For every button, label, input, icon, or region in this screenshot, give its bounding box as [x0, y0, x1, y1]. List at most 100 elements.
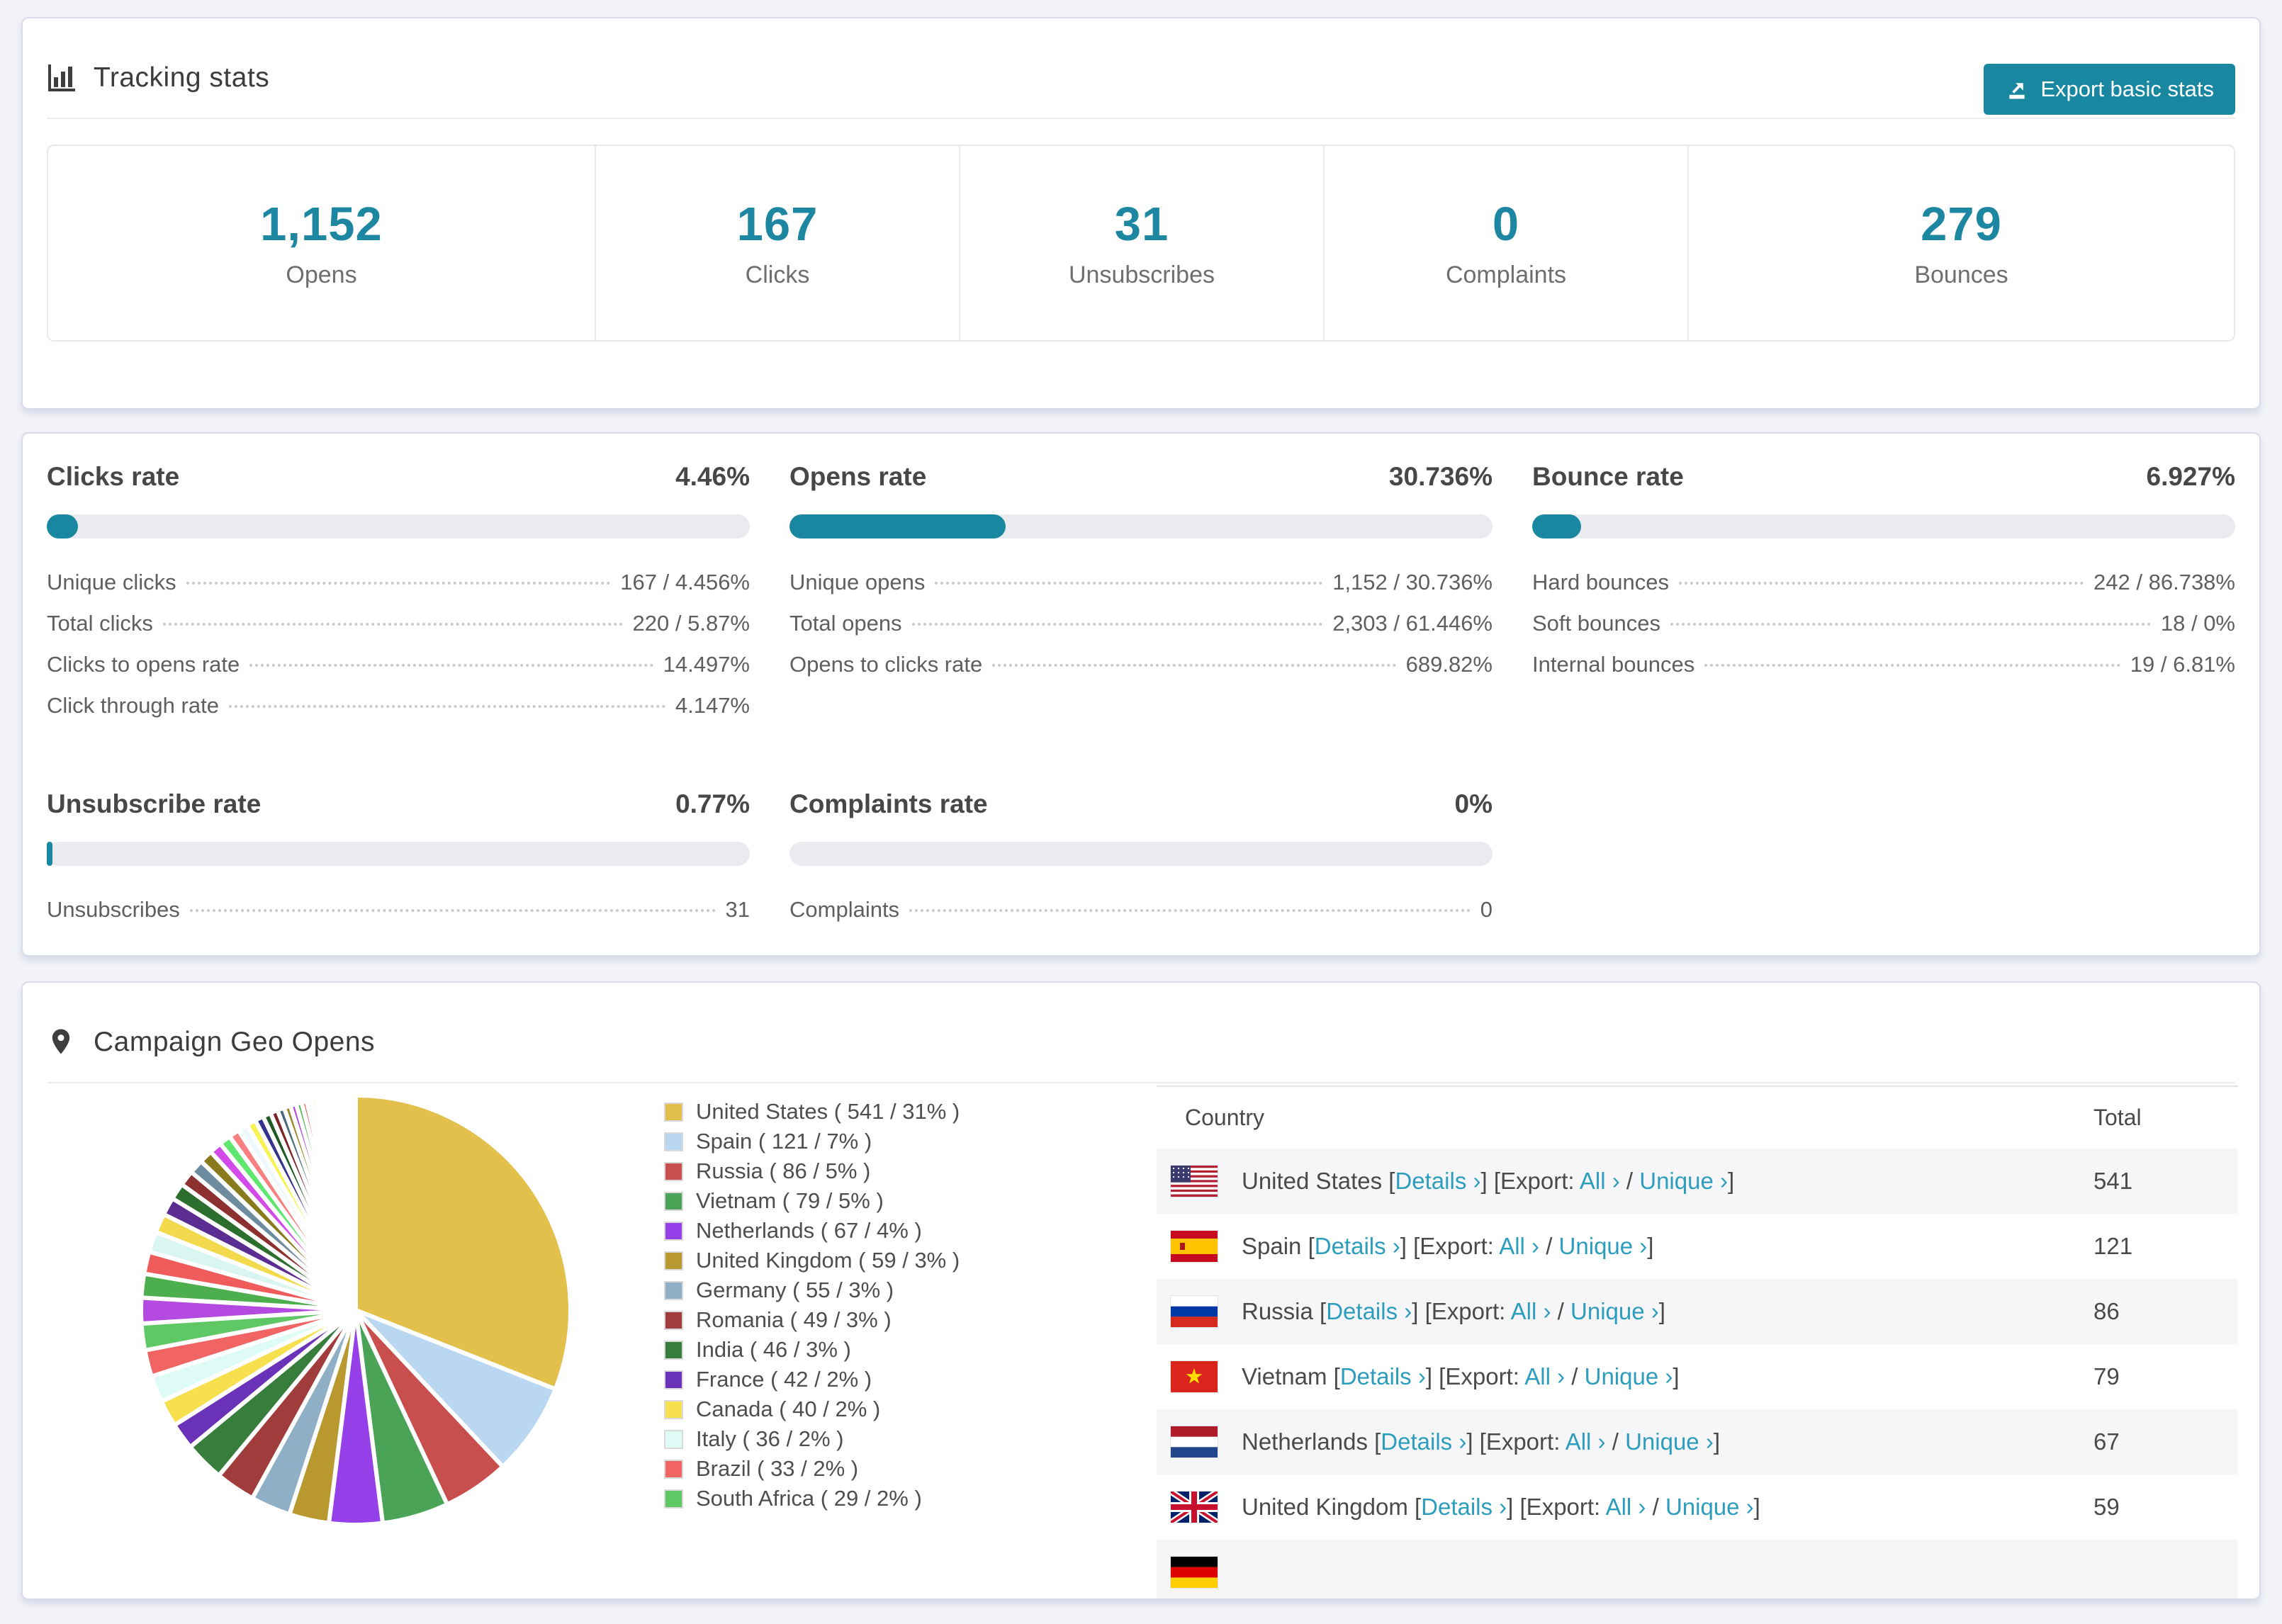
slash-separator: / [1565, 1363, 1585, 1389]
rate-detail-row: Soft bounces 18 / 0% [1532, 611, 2235, 652]
rate-detail-label: Soft bounces [1532, 611, 1660, 636]
legend-swatch [664, 1310, 683, 1330]
stat-label: Unsubscribes [1069, 261, 1215, 288]
details-link[interactable]: Details › [1395, 1168, 1480, 1194]
rate-detail-value: 242 / 86.738% [2093, 570, 2235, 594]
rate-detail-row: Hard bounces 242 / 86.738% [1532, 570, 2235, 611]
slash-separator: / [1619, 1168, 1640, 1194]
rate-detail-value: 31 [725, 897, 750, 922]
export-all-link[interactable]: All › [1580, 1168, 1620, 1194]
rate-title: Complaints rate [789, 789, 988, 818]
dotted-leader [1679, 582, 2084, 585]
legend-swatch [664, 1489, 683, 1509]
tracking-stats-title: Tracking stats [94, 62, 270, 93]
legend-item-br: Brazil ( 33 / 2% ) [664, 1454, 960, 1484]
legend-label: United States ( 541 / 31% ) [696, 1099, 960, 1124]
rate-detail-value: 1,152 / 30.736% [1332, 570, 1493, 594]
rate-title: Bounce rate [1532, 462, 1684, 491]
export-unique-link[interactable]: Unique › [1559, 1233, 1648, 1259]
details-link[interactable]: Details › [1340, 1363, 1426, 1389]
rate-progress-fill [789, 514, 1006, 538]
legend-label: Russia ( 86 / 5% ) [696, 1158, 871, 1183]
dotted-leader [249, 664, 653, 667]
legend-item-gb: United Kingdom ( 59 / 3% ) [664, 1246, 960, 1275]
slash-separator: / [1646, 1494, 1665, 1520]
closing-bracket: ] [1753, 1494, 1760, 1520]
export-icon [2005, 77, 2029, 101]
rate-detail-value: 0 [1480, 897, 1493, 922]
export-label: ] [Export: [1466, 1428, 1566, 1455]
export-unique-link[interactable]: Unique › [1570, 1298, 1659, 1324]
stat-box-complaints: 0 Complaints [1323, 146, 1687, 340]
legend-item-za: South Africa ( 29 / 2% ) [664, 1484, 960, 1513]
rate-detail-label: Total opens [789, 611, 902, 636]
legend-swatch [664, 1399, 683, 1419]
rate-detail-row: Internal bounces 19 / 6.81% [1532, 652, 2235, 693]
legend-swatch [664, 1429, 683, 1449]
table-row-ru: Russia [Details ›] [Export: All › / Uniq… [1157, 1279, 2238, 1344]
details-link[interactable]: Details › [1421, 1494, 1507, 1520]
rate-header: Opens rate 30.736% [789, 462, 1493, 492]
country-cell: Netherlands [Details ›] [Export: All › /… [1242, 1428, 1720, 1455]
legend-swatch [664, 1370, 683, 1389]
geo-body: United States ( 541 / 31% ) Spain ( 121 /… [23, 1086, 2259, 1598]
rates-grid: Clicks rate 4.46% Unique clicks 167 / 4.456… [47, 462, 2235, 938]
geo-opens-table: Country Total United States [Details ›] … [1157, 1086, 2238, 1598]
total-value: 86 [2093, 1298, 2120, 1324]
export-unique-link[interactable]: Unique › [1585, 1363, 1673, 1389]
rate-progress-track [789, 514, 1493, 538]
legend-label: Italy ( 36 / 2% ) [696, 1426, 844, 1451]
slash-separator: / [1605, 1428, 1626, 1455]
legend-label: Spain ( 121 / 7% ) [696, 1129, 872, 1154]
export-all-link[interactable]: All › [1566, 1428, 1606, 1455]
total-column-header: Total [2093, 1105, 2142, 1130]
stat-box-opens: 1,152 Opens [48, 146, 595, 340]
table-row-vn: Vietnam [Details ›] [Export: All › / Uni… [1157, 1344, 2238, 1409]
legend-item-es: Spain ( 121 / 7% ) [664, 1127, 960, 1156]
export-basic-stats-button[interactable]: Export basic stats [1984, 64, 2235, 115]
rate-header: Complaints rate 0% [789, 789, 1493, 819]
country-name: Spain [ [1242, 1233, 1315, 1259]
export-label: ] [Export: [1480, 1168, 1580, 1194]
export-all-link[interactable]: All › [1499, 1233, 1539, 1259]
closing-bracket: ] [1658, 1298, 1665, 1324]
rate-detail-label: Unique clicks [47, 570, 176, 594]
map-pin-icon [47, 1027, 77, 1057]
legend-item-nl: Netherlands ( 67 / 4% ) [664, 1216, 960, 1246]
rate-header: Clicks rate 4.46% [47, 462, 750, 492]
stat-box-unsubscribes: 31 Unsubscribes [959, 146, 1323, 340]
export-label: ] [Export: [1412, 1298, 1511, 1324]
rate-detail-value: 4.147% [675, 693, 750, 718]
details-link[interactable]: Details › [1315, 1233, 1400, 1259]
rate-progress-fill [47, 842, 52, 866]
details-link[interactable]: Details › [1326, 1298, 1412, 1324]
export-all-link[interactable]: All › [1524, 1363, 1565, 1389]
stat-label: Complaints [1445, 261, 1567, 288]
dotted-leader [911, 623, 1323, 626]
rate-progress-fill [47, 514, 79, 538]
stat-box-bounces: 279 Bounces [1687, 146, 2234, 340]
vn-flag-icon [1170, 1360, 1218, 1393]
rate-detail-label: Clicks to opens rate [47, 652, 240, 677]
rate-progress-fill [1532, 514, 1581, 538]
export-unique-link[interactable]: Unique › [1625, 1428, 1714, 1455]
rate-header: Unsubscribe rate 0.77% [47, 789, 750, 819]
export-label: ] [Export: [1507, 1494, 1606, 1520]
details-link[interactable]: Details › [1381, 1428, 1466, 1455]
dotted-leader [992, 664, 1396, 667]
export-unique-link[interactable]: Unique › [1639, 1168, 1728, 1194]
export-all-link[interactable]: All › [1511, 1298, 1551, 1324]
rate-detail-label: Click through rate [47, 693, 219, 718]
export-unique-link[interactable]: Unique › [1665, 1494, 1754, 1520]
legend-label: France ( 42 / 2% ) [696, 1367, 872, 1392]
table-row-us: United States [Details ›] [Export: All ›… [1157, 1149, 2238, 1214]
nl-flag-icon [1170, 1426, 1218, 1458]
rate-progress-track [789, 842, 1493, 866]
legend-swatch [664, 1459, 683, 1479]
rate-detail-row: Unsubscribes 31 [47, 897, 750, 938]
export-all-link[interactable]: All › [1606, 1494, 1646, 1520]
stat-box-clicks: 167 Clicks [595, 146, 959, 340]
rate-detail-value: 689.82% [1405, 652, 1493, 677]
rate-title: Opens rate [789, 462, 927, 491]
legend-label: India ( 46 / 3% ) [696, 1337, 851, 1362]
